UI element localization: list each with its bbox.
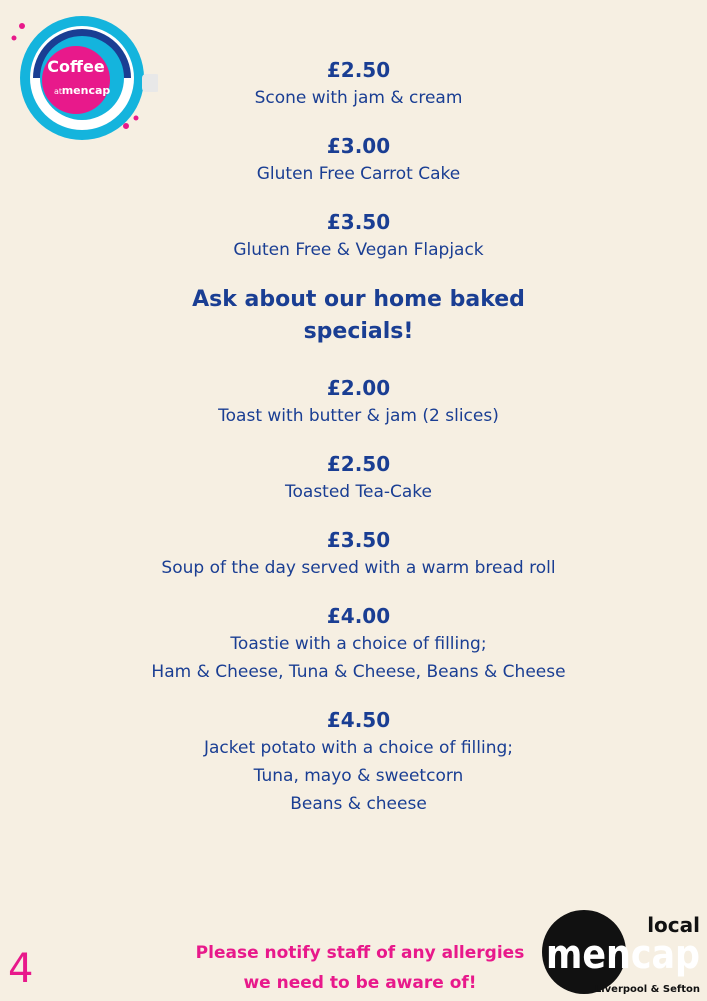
item-description: Ham & Cheese, Tuna & Cheese, Beans & Che… [151,662,566,682]
logo-mencap-word: mencap [546,932,700,978]
item-description: Soup of the day served with a warm bread… [161,558,556,578]
item-price: £2.50 [326,452,391,476]
item-description: Tuna, mayo & sweetcorn [253,766,464,786]
item-price: £4.50 [326,708,391,732]
item-price: £2.50 [326,58,391,82]
menu-item: £4.00 Toastie with a choice of filling; … [0,602,707,686]
item-price: £3.50 [326,528,391,552]
menu-item: £2.50 Scone with jam & cream [0,56,707,112]
local-mencap-logo: local mencap Liverpool & Sefton [542,910,700,995]
menu-item: £3.50 Soup of the day served with a warm… [0,526,707,582]
allergy-notice: Please notify staff of any allergies we … [180,938,540,998]
allergy-line: we need to be aware of! [243,973,477,993]
logo-region: Liverpool & Sefton [595,984,700,995]
menu-item: £3.00 Gluten Free Carrot Cake [0,132,707,188]
allergy-line: Please notify staff of any allergies [195,943,525,963]
item-description: Jacket potato with a choice of filling; [204,738,513,758]
specials-line: specials! [303,319,414,344]
item-description: Scone with jam & cream [254,88,463,108]
menu-item: £2.00 Toast with butter & jam (2 slices) [0,374,707,430]
menu-item: £3.50 Gluten Free & Vegan Flapjack [0,208,707,264]
menu-item: £2.50 Toasted Tea-Cake [0,450,707,506]
specials-heading: Ask about our home baked specials! [0,284,707,348]
item-description: Toasted Tea-Cake [285,482,432,502]
item-description: Gluten Free & Vegan Flapjack [233,240,484,260]
specials-line: Ask about our home baked [192,287,525,312]
item-price: £2.00 [326,376,391,400]
item-description: Toast with butter & jam (2 slices) [218,406,499,426]
page-number: 4 [8,946,34,992]
menu-item: £4.50 Jacket potato with a choice of fil… [0,706,707,818]
item-description: Gluten Free Carrot Cake [256,164,461,184]
menu-list: £2.50 Scone with jam & cream £3.00 Glute… [0,56,707,838]
item-price: £3.00 [326,134,391,158]
item-price: £4.00 [326,604,391,628]
item-description: Beans & cheese [290,794,427,814]
item-price: £3.50 [326,210,391,234]
item-description: Toastie with a choice of filling; [230,634,487,654]
